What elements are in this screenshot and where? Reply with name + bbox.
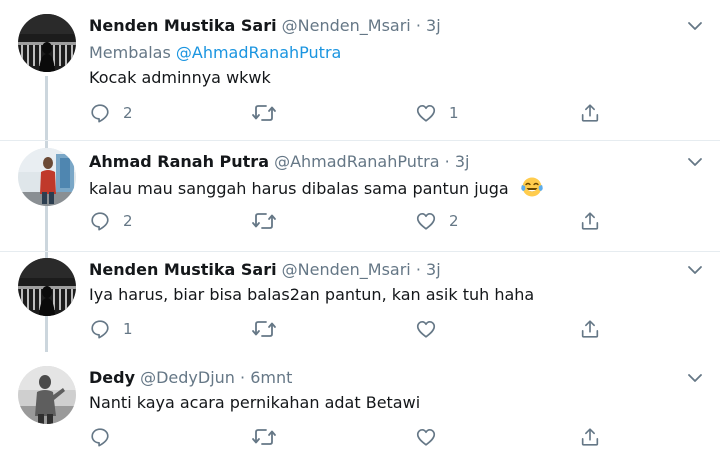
heart-icon bbox=[416, 105, 436, 122]
tweet-actions: 2 1 bbox=[89, 101, 609, 125]
like-button[interactable]: 2 bbox=[415, 209, 459, 233]
chevron-down-icon[interactable] bbox=[686, 20, 704, 32]
separator-dot: · bbox=[415, 16, 421, 35]
user-handle[interactable]: @DedyDjun bbox=[140, 368, 235, 387]
replying-to-label: Membalas bbox=[89, 43, 171, 62]
retweet-button[interactable] bbox=[251, 101, 289, 125]
retweet-button[interactable] bbox=[251, 317, 289, 341]
mention-link[interactable]: @AhmadRanahPutra bbox=[176, 43, 341, 62]
timestamp[interactable]: 3j bbox=[426, 260, 441, 279]
tweet-reply[interactable]: Nenden Mustika Sari @Nenden_Msari · 3j I… bbox=[0, 252, 720, 360]
heart-icon bbox=[416, 213, 436, 230]
reply-icon bbox=[91, 104, 109, 123]
retweet-icon bbox=[252, 213, 276, 229]
retweet-icon bbox=[252, 105, 276, 121]
timestamp[interactable]: 3j bbox=[426, 16, 441, 35]
tweet-text: Iya harus, biar bisa balas2an pantun, ka… bbox=[89, 285, 535, 304]
reply-count: 2 bbox=[123, 104, 133, 122]
display-name[interactable]: Dedy bbox=[89, 368, 135, 387]
share-button[interactable] bbox=[579, 101, 601, 125]
reply-button[interactable]: 1 bbox=[89, 317, 133, 341]
reply-count: 1 bbox=[123, 320, 133, 338]
replying-to: Membalas @AhmadRanahPutra bbox=[89, 43, 341, 63]
display-name[interactable]: Nenden Mustika Sari bbox=[89, 260, 277, 279]
user-handle[interactable]: @Nenden_Msari bbox=[282, 16, 411, 35]
reply-icon bbox=[91, 320, 109, 339]
share-icon bbox=[581, 320, 599, 338]
avatar[interactable] bbox=[18, 258, 76, 316]
display-name[interactable]: Ahmad Ranah Putra bbox=[89, 152, 269, 171]
retweet-icon bbox=[252, 321, 276, 337]
tweet-header: Ahmad Ranah Putra @AhmadRanahPutra · 3j bbox=[89, 152, 469, 172]
reply-button[interactable] bbox=[89, 425, 123, 449]
tweet-actions bbox=[89, 425, 609, 449]
chevron-down-icon[interactable] bbox=[686, 372, 704, 384]
avatar-image bbox=[18, 258, 76, 316]
reply-icon bbox=[91, 212, 109, 231]
timestamp[interactable]: 6mnt bbox=[250, 368, 292, 387]
tweet-text: Nanti kaya acara pernikahan adat Betawi bbox=[89, 393, 421, 412]
separator-dot: · bbox=[415, 260, 421, 279]
tweet-header: Nenden Mustika Sari @Nenden_Msari · 3j bbox=[89, 260, 441, 280]
chevron-down-icon[interactable] bbox=[686, 264, 704, 276]
display-name[interactable]: Nenden Mustika Sari bbox=[89, 16, 277, 35]
timestamp[interactable]: 3j bbox=[455, 152, 470, 171]
separator-dot: · bbox=[444, 152, 450, 171]
chevron-down-icon[interactable] bbox=[686, 156, 704, 168]
like-count: 1 bbox=[449, 104, 459, 122]
reply-count: 2 bbox=[123, 212, 133, 230]
avatar-image bbox=[18, 366, 76, 424]
retweet-icon bbox=[252, 429, 276, 445]
tweet-text: kalau mau sanggah harus dibalas sama pan… bbox=[89, 176, 543, 199]
avatar-image bbox=[18, 148, 76, 206]
tweet-header: Nenden Mustika Sari @Nenden_Msari · 3j bbox=[89, 16, 441, 36]
separator-dot: · bbox=[240, 368, 246, 387]
like-button[interactable] bbox=[415, 425, 449, 449]
like-button[interactable] bbox=[415, 317, 449, 341]
avatar[interactable] bbox=[18, 148, 76, 206]
face-with-tears-of-joy-emoji bbox=[521, 177, 543, 197]
reply-button[interactable]: 2 bbox=[89, 101, 133, 125]
tweet-reply[interactable]: Dedy @DedyDjun · 6mnt Nanti kaya acara p… bbox=[0, 360, 720, 456]
tweet-reply[interactable]: Nenden Mustika Sari @Nenden_Msari · 3j M… bbox=[0, 0, 720, 140]
share-icon bbox=[581, 428, 599, 446]
like-count: 2 bbox=[449, 212, 459, 230]
tweet-header: Dedy @DedyDjun · 6mnt bbox=[89, 368, 292, 388]
tweet-text: Kocak adminnya wkwk bbox=[89, 68, 271, 87]
avatar[interactable] bbox=[18, 14, 76, 72]
reply-button[interactable]: 2 bbox=[89, 209, 133, 233]
share-icon bbox=[581, 104, 599, 122]
avatar[interactable] bbox=[18, 366, 76, 424]
tweet-text-content: kalau mau sanggah harus dibalas sama pan… bbox=[89, 179, 509, 198]
retweet-button[interactable] bbox=[251, 425, 289, 449]
heart-icon bbox=[416, 321, 436, 338]
share-button[interactable] bbox=[579, 209, 601, 233]
reply-icon bbox=[91, 428, 109, 447]
like-button[interactable]: 1 bbox=[415, 101, 459, 125]
share-button[interactable] bbox=[579, 425, 601, 449]
user-handle[interactable]: @AhmadRanahPutra bbox=[274, 152, 439, 171]
tweet-reply[interactable]: Ahmad Ranah Putra @AhmadRanahPutra · 3j … bbox=[0, 141, 720, 251]
tweet-actions: 2 2 bbox=[89, 209, 609, 233]
share-button[interactable] bbox=[579, 317, 601, 341]
retweet-button[interactable] bbox=[251, 209, 289, 233]
heart-icon bbox=[416, 429, 436, 446]
share-icon bbox=[581, 212, 599, 230]
tweet-actions: 1 bbox=[89, 317, 609, 341]
user-handle[interactable]: @Nenden_Msari bbox=[282, 260, 411, 279]
avatar-image bbox=[18, 14, 76, 72]
